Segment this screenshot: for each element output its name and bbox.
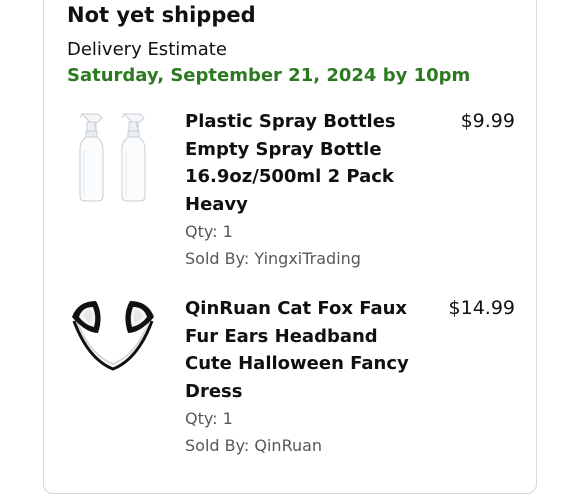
item-title[interactable]: QinRuan Cat Fox Faux Fur Ears Headband C…: [185, 295, 425, 405]
item-price: $9.99: [460, 110, 515, 132]
cat-ears-headband-thumbnail[interactable]: [68, 295, 158, 393]
item-seller: Sold By: YingxiTrading: [185, 249, 361, 268]
delivery-estimate-date: Saturday, September 21, 2024 by 10pm: [67, 65, 471, 86]
item-quantity: Qty: 1: [185, 222, 233, 241]
shipment-status: Not yet shipped: [67, 3, 256, 27]
spray-bottles-thumbnail[interactable]: [68, 108, 158, 206]
item-seller: Sold By: QinRuan: [185, 436, 323, 455]
delivery-estimate-label: Delivery Estimate: [67, 39, 227, 60]
item-title[interactable]: Plastic Spray Bottles Empty Spray Bottle…: [185, 108, 425, 218]
item-quantity: Qty: 1: [185, 409, 233, 428]
item-price: $14.99: [448, 297, 515, 319]
